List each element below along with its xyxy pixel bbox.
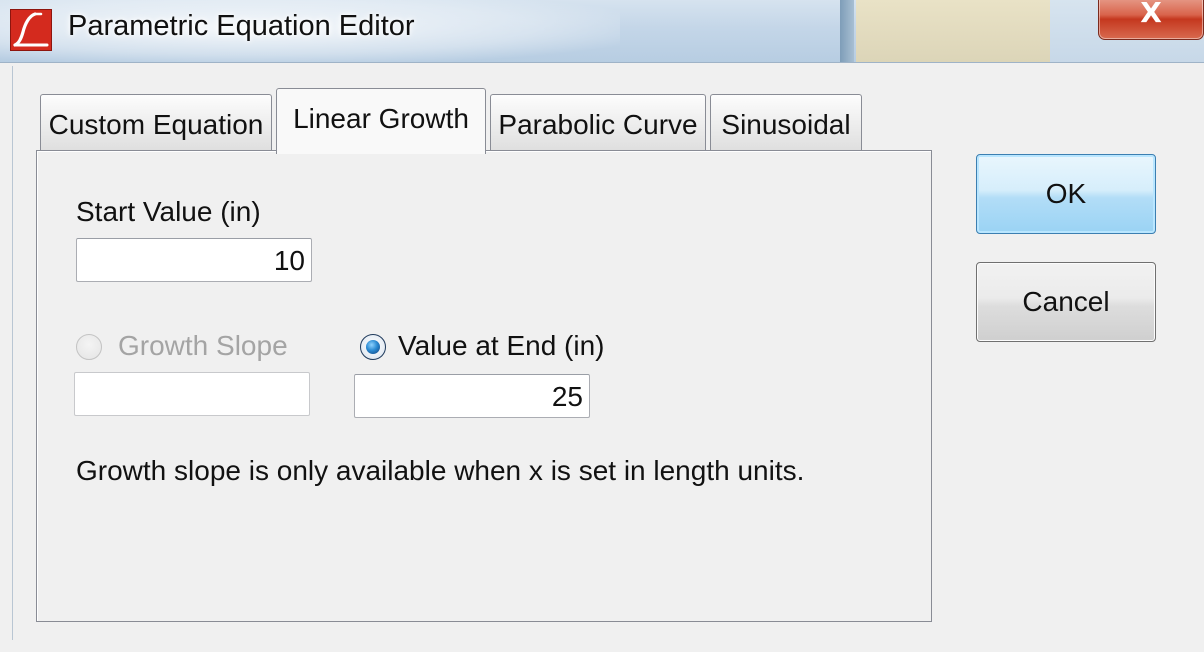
radio-unselected-icon[interactable] xyxy=(76,334,102,360)
tab-sinusoidal[interactable]: Sinusoidal xyxy=(710,94,862,152)
cancel-button[interactable]: Cancel xyxy=(976,262,1156,342)
growth-slope-field[interactable] xyxy=(74,372,310,416)
title-bar[interactable]: Parametric Equation Editor X xyxy=(0,0,1204,63)
start-value-field[interactable]: 10 xyxy=(76,238,312,282)
radio-selected-icon[interactable] xyxy=(360,334,386,360)
background-window-area xyxy=(856,0,1056,62)
ok-button[interactable]: OK xyxy=(976,154,1156,234)
close-icon[interactable]: X xyxy=(1098,0,1204,40)
window-title: Parametric Equation Editor xyxy=(68,10,415,42)
tab-parabolic-curve[interactable]: Parabolic Curve xyxy=(490,94,706,152)
tab-linear-growth[interactable]: Linear Growth xyxy=(276,88,486,154)
value-at-end-label: Value at End (in) xyxy=(398,330,605,361)
value-at-end-field[interactable]: 25 xyxy=(354,374,590,418)
background-window-strip xyxy=(840,0,854,62)
parametric-equation-editor-window: Parametric Equation Editor X Custom Equa… xyxy=(0,0,1204,652)
growth-slope-label: Growth Slope xyxy=(118,330,288,361)
tab-custom-equation[interactable]: Custom Equation xyxy=(40,94,272,152)
radio-dot xyxy=(366,340,380,354)
start-value-label: Start Value (in) xyxy=(76,196,261,227)
app-logo-icon xyxy=(10,9,52,51)
growth-slope-note: Growth slope is only available when x is… xyxy=(76,455,805,486)
